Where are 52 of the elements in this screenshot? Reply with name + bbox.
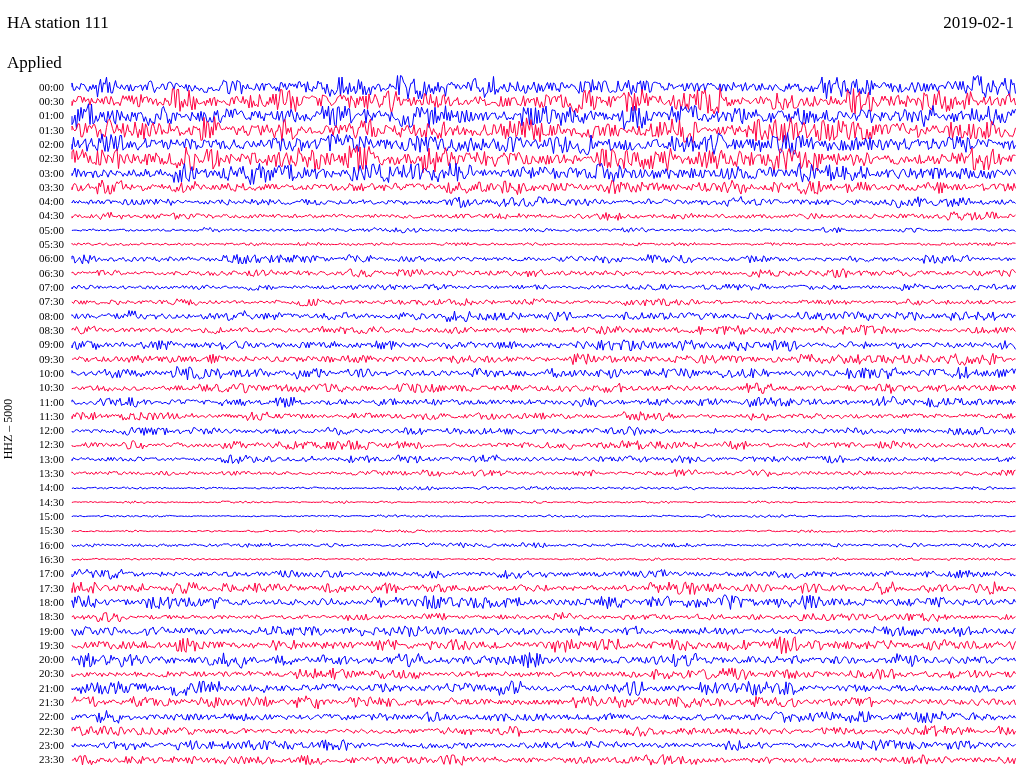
time-label: 13:30 — [38, 468, 64, 480]
time-label: 23:00 — [38, 740, 64, 752]
time-label: 20:00 — [38, 654, 64, 666]
time-label: 09:30 — [38, 353, 64, 365]
time-label: 14:00 — [38, 482, 64, 494]
time-label: 22:00 — [38, 711, 64, 723]
time-label: 07:30 — [38, 296, 64, 308]
time-label: 09:00 — [38, 339, 64, 351]
time-label: 17:00 — [38, 568, 64, 580]
axis-label: HHZ – 5000 — [0, 398, 17, 460]
time-label: 01:30 — [38, 124, 64, 136]
time-label: 12:30 — [38, 439, 64, 451]
time-label: 12:00 — [38, 425, 64, 437]
time-label: 02:30 — [38, 153, 64, 165]
time-label: 05:30 — [38, 239, 64, 251]
time-label: 19:00 — [38, 625, 64, 637]
time-label: 03:00 — [38, 167, 64, 179]
time-label: 21:00 — [38, 682, 64, 694]
time-label: 16:30 — [38, 553, 64, 565]
time-label: 08:00 — [38, 310, 64, 322]
time-label: 03:30 — [38, 181, 64, 193]
station-title: HA station 111 — [7, 12, 109, 34]
time-label: 00:00 — [38, 81, 64, 93]
time-label: 17:30 — [38, 582, 64, 594]
time-label: 07:00 — [38, 282, 64, 294]
time-label: 00:30 — [38, 95, 64, 107]
time-label: 10:30 — [38, 382, 64, 394]
time-label: 19:30 — [38, 639, 64, 651]
time-label: 21:30 — [38, 697, 64, 709]
time-label: 16:00 — [38, 539, 64, 551]
time-label: 02:00 — [38, 138, 64, 150]
time-label: 23:30 — [38, 754, 64, 766]
time-label: 08:30 — [38, 324, 64, 336]
time-label: 11:30 — [39, 410, 64, 422]
date-label: 2019-02-1 — [943, 12, 1014, 34]
time-label: 10:00 — [38, 367, 64, 379]
time-label: 05:00 — [38, 224, 64, 236]
time-label: 11:00 — [39, 396, 64, 408]
time-label: 04:00 — [38, 196, 64, 208]
time-label: 06:00 — [38, 253, 64, 265]
time-label: 01:00 — [38, 110, 64, 122]
time-label: 04:30 — [38, 210, 64, 222]
time-label: 22:30 — [38, 725, 64, 737]
time-label: 15:30 — [38, 525, 64, 537]
time-label: 06:30 — [38, 267, 64, 279]
filter-label: Applied — [7, 52, 62, 74]
time-label: 13:00 — [38, 453, 64, 465]
time-label: 18:30 — [38, 611, 64, 623]
time-label: 14:30 — [38, 496, 64, 508]
time-label: 15:00 — [38, 511, 64, 523]
time-label: 20:30 — [38, 668, 64, 680]
time-label: 18:00 — [38, 596, 64, 608]
